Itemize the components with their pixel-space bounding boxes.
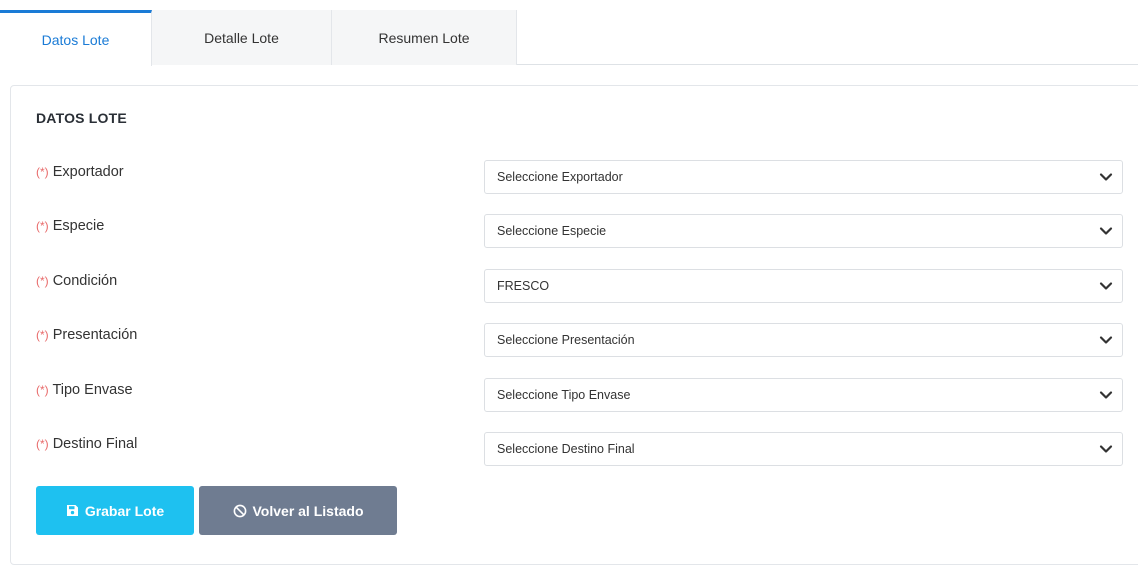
- select-value: Seleccione Destino Final: [497, 442, 635, 456]
- exportador-select[interactable]: Seleccione Exportador: [484, 160, 1123, 194]
- field-label-text: Condición: [52, 273, 118, 289]
- field-label-text: Exportador: [52, 164, 124, 180]
- select-value: Seleccione Especie: [497, 224, 607, 238]
- destino-final-select[interactable]: Seleccione Destino Final: [484, 432, 1123, 466]
- required-marker: (*): [36, 219, 49, 233]
- ban-icon: [233, 504, 246, 517]
- select-value: Seleccione Presentación: [497, 333, 635, 347]
- field-row-destino-final: (*) Destino Final Seleccione Destino Fin…: [11, 432, 1138, 466]
- chevron-down-icon: [1099, 391, 1113, 399]
- field-row-condicion: (*) Condición FRESCO: [11, 269, 1138, 303]
- field-row-presentacion: (*) Presentación Seleccione Presentación: [11, 323, 1138, 357]
- field-label-especie: (*) Especie: [36, 218, 104, 234]
- chevron-down-icon: [1099, 227, 1113, 235]
- chevron-down-icon: [1099, 173, 1113, 181]
- field-label-destino-final: (*) Destino Final: [36, 436, 137, 452]
- especie-select[interactable]: Seleccione Especie: [484, 214, 1123, 248]
- grabar-lote-button[interactable]: Grabar Lote: [36, 486, 194, 535]
- card-title: DATOS LOTE: [36, 110, 127, 126]
- grabar-lote-label: Grabar Lote: [84, 502, 165, 519]
- tab-detalle-lote[interactable]: Detalle Lote: [152, 10, 332, 65]
- field-row-exportador: (*) Exportador Seleccione Exportador: [11, 160, 1138, 194]
- tab-datos-lote[interactable]: Datos Lote: [0, 10, 152, 66]
- field-label-text: Destino Final: [52, 436, 138, 452]
- select-value: FRESCO: [497, 279, 550, 293]
- select-value: Seleccione Exportador: [497, 170, 623, 184]
- volver-listado-label: Volver al Listado: [252, 502, 364, 519]
- tipo-envase-select[interactable]: Seleccione Tipo Envase: [484, 378, 1123, 412]
- required-marker: (*): [36, 165, 49, 179]
- field-label-text: Especie: [52, 218, 105, 234]
- field-label-tipo-envase: (*) Tipo Envase: [36, 382, 133, 398]
- field-row-tipo-envase: (*) Tipo Envase Seleccione Tipo Envase: [11, 378, 1138, 412]
- required-marker: (*): [36, 437, 49, 451]
- required-marker: (*): [36, 328, 49, 342]
- tab-bar: Datos Lote Detalle Lote Resumen Lote: [0, 10, 1138, 66]
- condicion-select[interactable]: FRESCO: [484, 269, 1123, 303]
- field-label-condicion: (*) Condición: [36, 273, 117, 289]
- tab-resumen-lote[interactable]: Resumen Lote: [332, 10, 517, 65]
- required-marker: (*): [36, 274, 49, 288]
- field-label-exportador: (*) Exportador: [36, 164, 124, 180]
- field-label-presentacion: (*) Presentación: [36, 327, 137, 343]
- required-marker: (*): [36, 383, 49, 397]
- chevron-down-icon: [1099, 336, 1113, 344]
- chevron-down-icon: [1099, 445, 1113, 453]
- field-label-text: Tipo Envase: [52, 382, 133, 398]
- datos-lote-card: DATOS LOTE (*) Exportador Seleccione Exp…: [10, 85, 1138, 565]
- save-icon: [66, 505, 78, 516]
- field-label-text: Presentación: [52, 327, 138, 343]
- field-row-especie: (*) Especie Seleccione Especie: [11, 214, 1138, 248]
- volver-listado-button[interactable]: Volver al Listado: [199, 486, 397, 535]
- presentacion-select[interactable]: Seleccione Presentación: [484, 323, 1123, 357]
- chevron-down-icon: [1099, 282, 1113, 290]
- select-value: Seleccione Tipo Envase: [497, 388, 631, 402]
